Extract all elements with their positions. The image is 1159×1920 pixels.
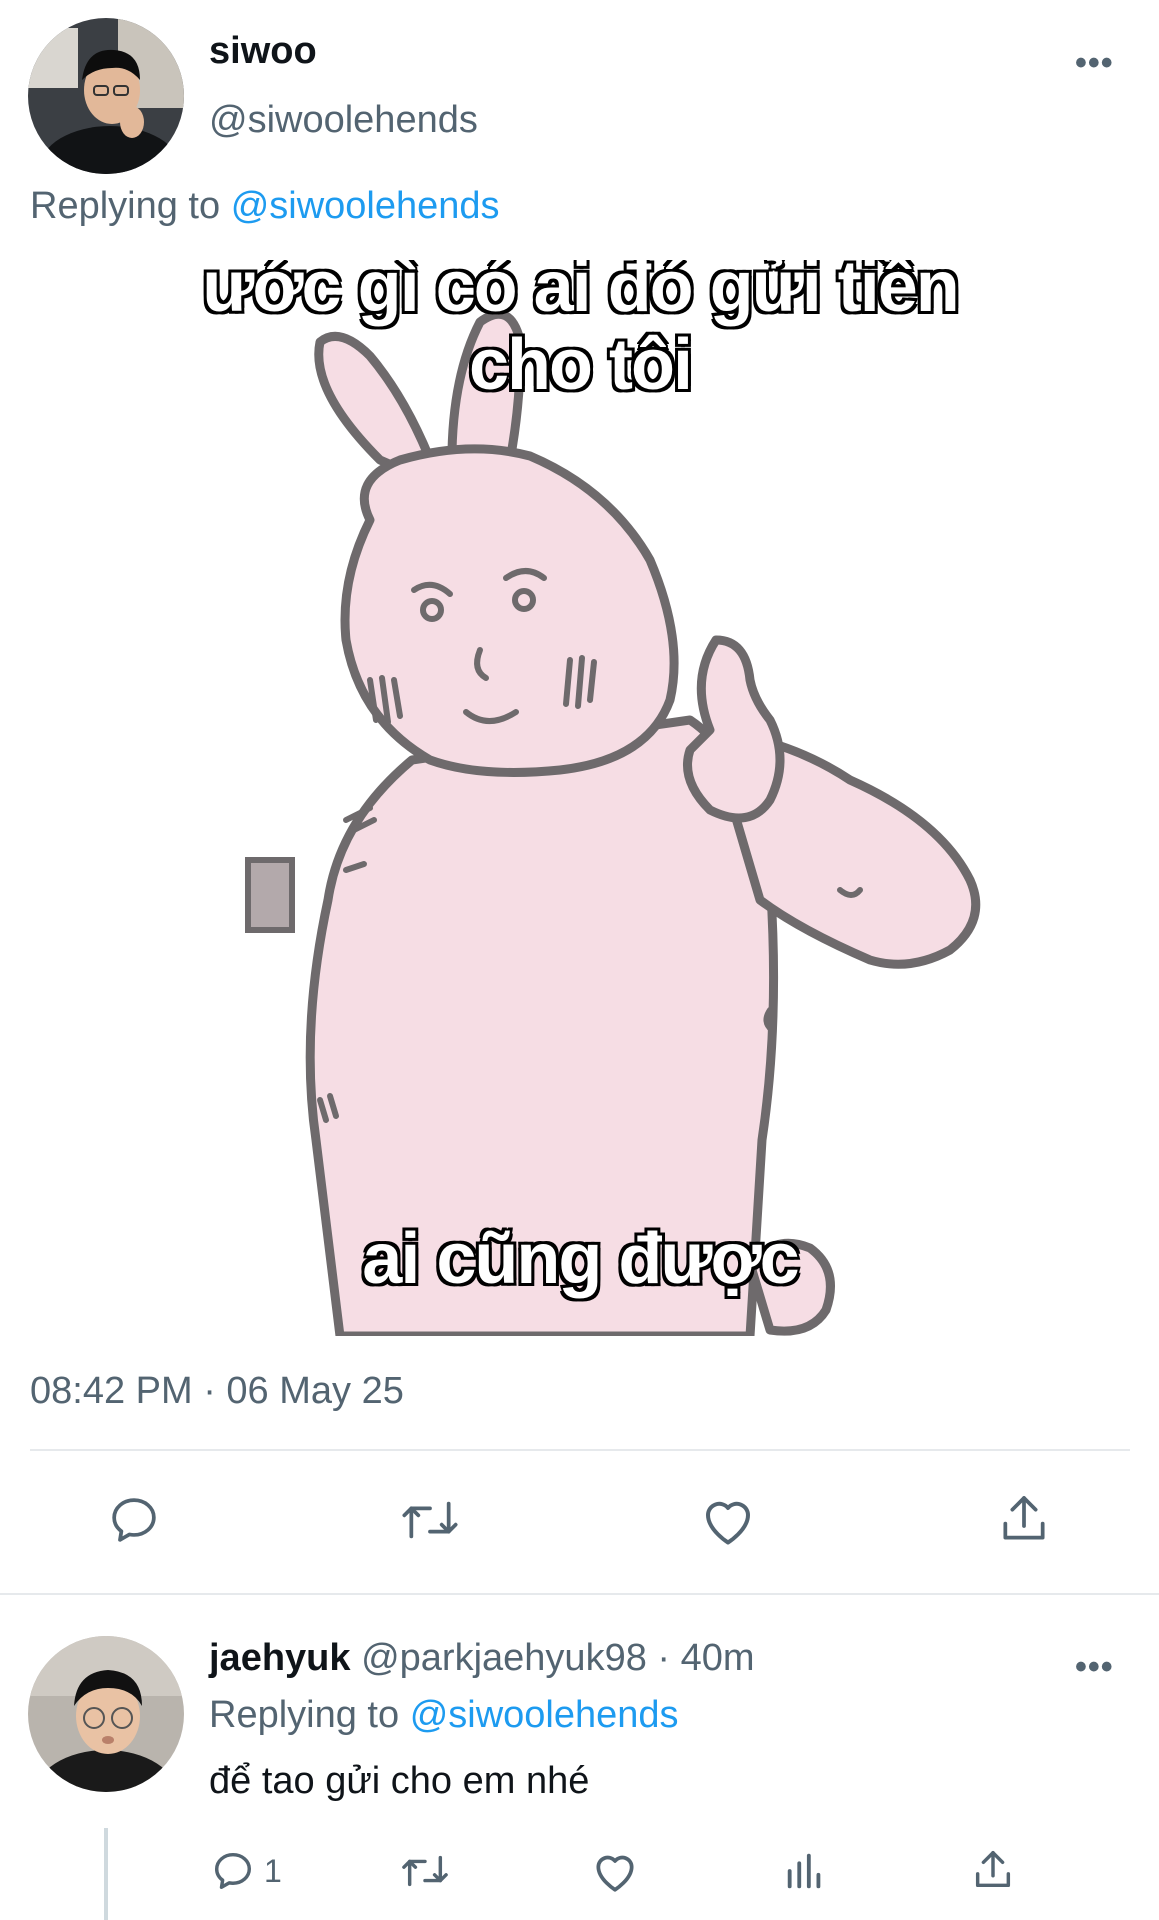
reply-button[interactable]	[106, 1492, 162, 1548]
reply-views-button[interactable]	[782, 1848, 828, 1894]
reply-more-options-button[interactable]: •••	[1075, 1648, 1114, 1687]
section-divider	[0, 1593, 1159, 1595]
replying-to-label: Replying to	[30, 185, 221, 227]
retweet-button[interactable]	[397, 1492, 463, 1548]
reply-retweet-button[interactable]	[398, 1848, 452, 1894]
reply-replying-to-mention[interactable]: @siwoolehends	[410, 1694, 679, 1736]
reply-meta: @parkjaehyuk98 · 40m	[361, 1637, 755, 1679]
heart-icon	[698, 1492, 758, 1548]
avatar-jaehyuk[interactable]	[28, 1636, 184, 1792]
reply-reply-button[interactable]: 1	[210, 1848, 282, 1894]
reply-replying-to-label: Replying to	[209, 1694, 400, 1736]
reply-replying-to-line: Replying to @siwoolehends	[209, 1694, 679, 1737]
reply-count: 1	[264, 1852, 282, 1889]
meme-caption-top-2: cho tôi	[467, 324, 695, 406]
user-handle[interactable]: @siwoolehends	[209, 99, 478, 142]
meme-caption-bottom: ai cũng được	[360, 1218, 801, 1300]
reply-display-name[interactable]: jaehyuk	[209, 1637, 351, 1679]
share-button[interactable]	[996, 1490, 1052, 1548]
thread-line	[104, 1828, 108, 1920]
display-name[interactable]: siwoo	[209, 30, 317, 73]
reply-author-line: jaehyuk @parkjaehyuk98 · 40m	[209, 1637, 755, 1680]
divider	[30, 1449, 1130, 1451]
more-options-button[interactable]: •••	[1075, 44, 1114, 83]
heart-icon	[590, 1848, 640, 1894]
reply-icon	[210, 1848, 256, 1894]
share-icon	[996, 1490, 1052, 1548]
avatar-siwoo[interactable]	[28, 18, 184, 174]
replying-to-line: Replying to @siwoolehends	[30, 185, 500, 228]
meme-caption-top-1: ước gì có ai đó gửi tiền	[200, 260, 962, 328]
retweet-icon	[397, 1492, 463, 1548]
like-button[interactable]	[698, 1492, 758, 1548]
reply-share-button[interactable]	[970, 1846, 1016, 1894]
reply-like-button[interactable]	[590, 1848, 640, 1894]
reply-text: để tao gửi cho em nhé	[209, 1760, 590, 1802]
views-icon	[782, 1848, 828, 1894]
tweet-timestamp[interactable]: 08:42 PM · 06 May 25	[30, 1370, 404, 1413]
reply-icon	[106, 1492, 162, 1548]
replying-to-mention[interactable]: @siwoolehends	[231, 185, 500, 227]
tweet-image[interactable]: ước gì có ai đó gửi tiền cho tôi ai cũng…	[150, 260, 1010, 1336]
share-icon	[970, 1846, 1016, 1894]
retweet-icon	[398, 1848, 452, 1894]
